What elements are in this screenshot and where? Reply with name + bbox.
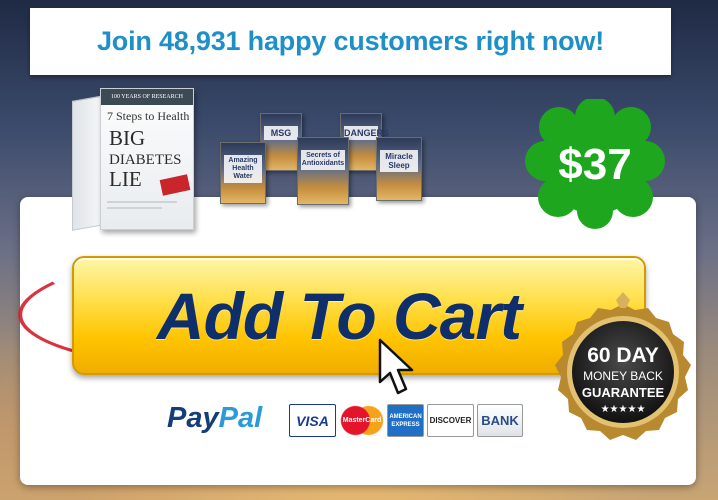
paypal-logo: PayPal [167,402,263,434]
amex-logo: AMERICAN EXPRESS [387,404,424,437]
banner-text: Join 48,931 happy customers right now! [96,26,605,56]
bank-logo: BANK [477,404,523,437]
product-cover: 100 YEARS OF RESEARCH 7 Steps to Health … [100,88,194,230]
visa-logo: VISA [289,404,336,437]
price-badge: $37 [525,99,665,229]
customer-count-banner: Join 48,931 happy customers right now! [30,8,671,75]
bonus-book: Miracle Sleep [376,137,422,201]
price-text: $37 [558,140,631,189]
guarantee-line2: MONEY BACK [583,369,663,383]
bonus-book: Amazing Health Water [220,142,266,204]
discover-logo: DISCOVER [427,404,474,437]
bonus-book: Secrets of Antioxidants [297,137,349,205]
pointer-cursor-icon [378,338,414,395]
main-product-box: 100 YEARS OF RESEARCH 7 Steps to Health … [70,88,195,233]
product-subtitle: 7 Steps to Health [107,109,190,123]
crown-icon [616,292,630,308]
add-to-cart-label: Add To Cart [156,278,522,353]
guarantee-stars: ★★★★★ [601,404,646,415]
guarantee-seal: 60 DAY MONEY BACK GUARANTEE ★★★★★ [555,292,691,440]
product-band-text: 100 YEARS OF RESEARCH [101,89,193,105]
mastercard-logo: MasterCard [340,404,384,437]
guarantee-days: 60 DAY [587,344,659,367]
bonus-book: MSG [260,113,302,171]
guarantee-line3: GUARANTEE [582,385,665,400]
